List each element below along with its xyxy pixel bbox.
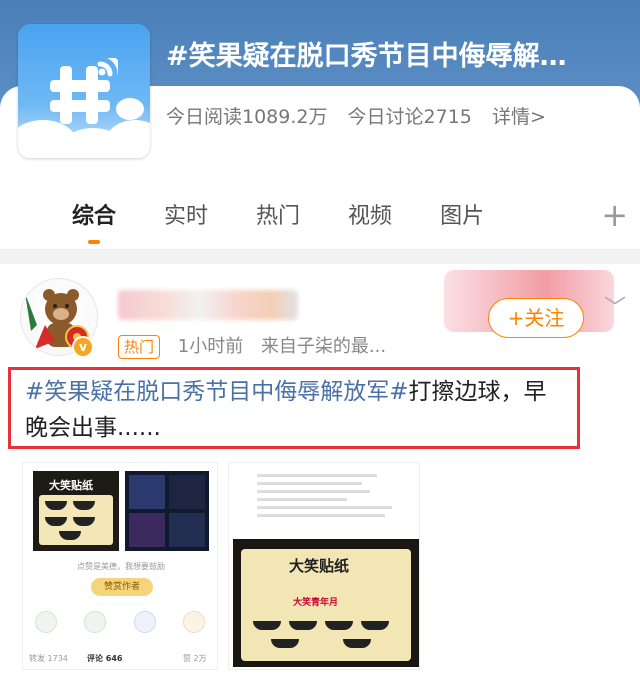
- sticker-title: 大笑贴纸: [49, 479, 93, 492]
- sticker2-title: 大笑贴纸: [289, 557, 350, 575]
- topic-title: #笑果疑在脱口秀节目中侮辱解…: [166, 41, 567, 72]
- username-blurred[interactable]: [118, 290, 298, 320]
- chevron-down-icon[interactable]: ﹀: [604, 290, 626, 322]
- topic-logo: [18, 24, 150, 158]
- today-reads: 今日阅读1089.2万: [166, 106, 328, 128]
- comment-count: 评论 646: [87, 654, 123, 663]
- share-row: [35, 611, 205, 633]
- tab-comprehensive[interactable]: 综合: [72, 198, 116, 244]
- post-meta: 热门 1小时前 来自子柒的最...: [118, 332, 398, 359]
- forward-count: 转发 1734: [29, 654, 68, 663]
- post-time: 1小时前: [177, 336, 244, 357]
- wechat-icon[interactable]: [35, 611, 57, 633]
- tab-video[interactable]: 视频: [348, 198, 392, 230]
- verified-badge-icon: v: [72, 336, 94, 358]
- stage-photo: [125, 471, 209, 551]
- tab-pictures[interactable]: 图片: [440, 198, 484, 230]
- sticker2-subtitle: 大笑青年月: [293, 598, 339, 608]
- post-hashtag[interactable]: #笑果疑在脱口秀节目中侮辱解放军#: [25, 379, 409, 405]
- tab-bar: 综合 实时 热门 视频 图片 +: [0, 178, 640, 250]
- sticker-card: 大笑贴纸: [33, 471, 119, 551]
- like-count: 赞 2万: [183, 654, 207, 663]
- add-tab-icon[interactable]: +: [601, 196, 628, 234]
- topic-header: #笑果疑在脱口秀节目中侮辱解… 今日阅读1089.2万 今日讨论2715 详情>: [0, 0, 640, 178]
- moments-icon[interactable]: [84, 611, 107, 633]
- post-text[interactable]: #笑果疑在脱口秀节目中侮辱解放军#打擦边球，早晚会出事......: [8, 367, 580, 449]
- today-discussions: 今日讨论2715: [347, 106, 472, 128]
- hot-badge: 热门: [118, 335, 161, 359]
- reward-author-button[interactable]: 赞赏作者: [91, 578, 153, 596]
- bookmark-icon[interactable]: [182, 611, 205, 633]
- hashtag-icon: [50, 58, 118, 124]
- sticker-photo: 大笑贴纸 大笑青年月: [233, 539, 419, 667]
- image2-text-lines: [257, 469, 407, 522]
- post-source: 来自子柒的最...: [260, 336, 387, 357]
- post-image-1[interactable]: 大笑贴纸 点赞是美德，我想要鼓励 赞赏作者 转发 1734 评论 646 赞 2…: [22, 462, 218, 670]
- post-image-2[interactable]: 大笑贴纸 大笑青年月: [228, 462, 420, 670]
- section-divider: [0, 250, 640, 264]
- details-link[interactable]: 详情>: [492, 106, 546, 128]
- topic-stats: 今日阅读1089.2万 今日讨论2715 详情>: [166, 102, 560, 129]
- follow-button[interactable]: +关注: [488, 298, 584, 338]
- reward-caption: 点赞是美德，我想要鼓励: [77, 562, 165, 571]
- tab-hot[interactable]: 热门: [256, 198, 300, 230]
- tab-realtime[interactable]: 实时: [164, 198, 208, 230]
- qq-icon[interactable]: [133, 611, 156, 633]
